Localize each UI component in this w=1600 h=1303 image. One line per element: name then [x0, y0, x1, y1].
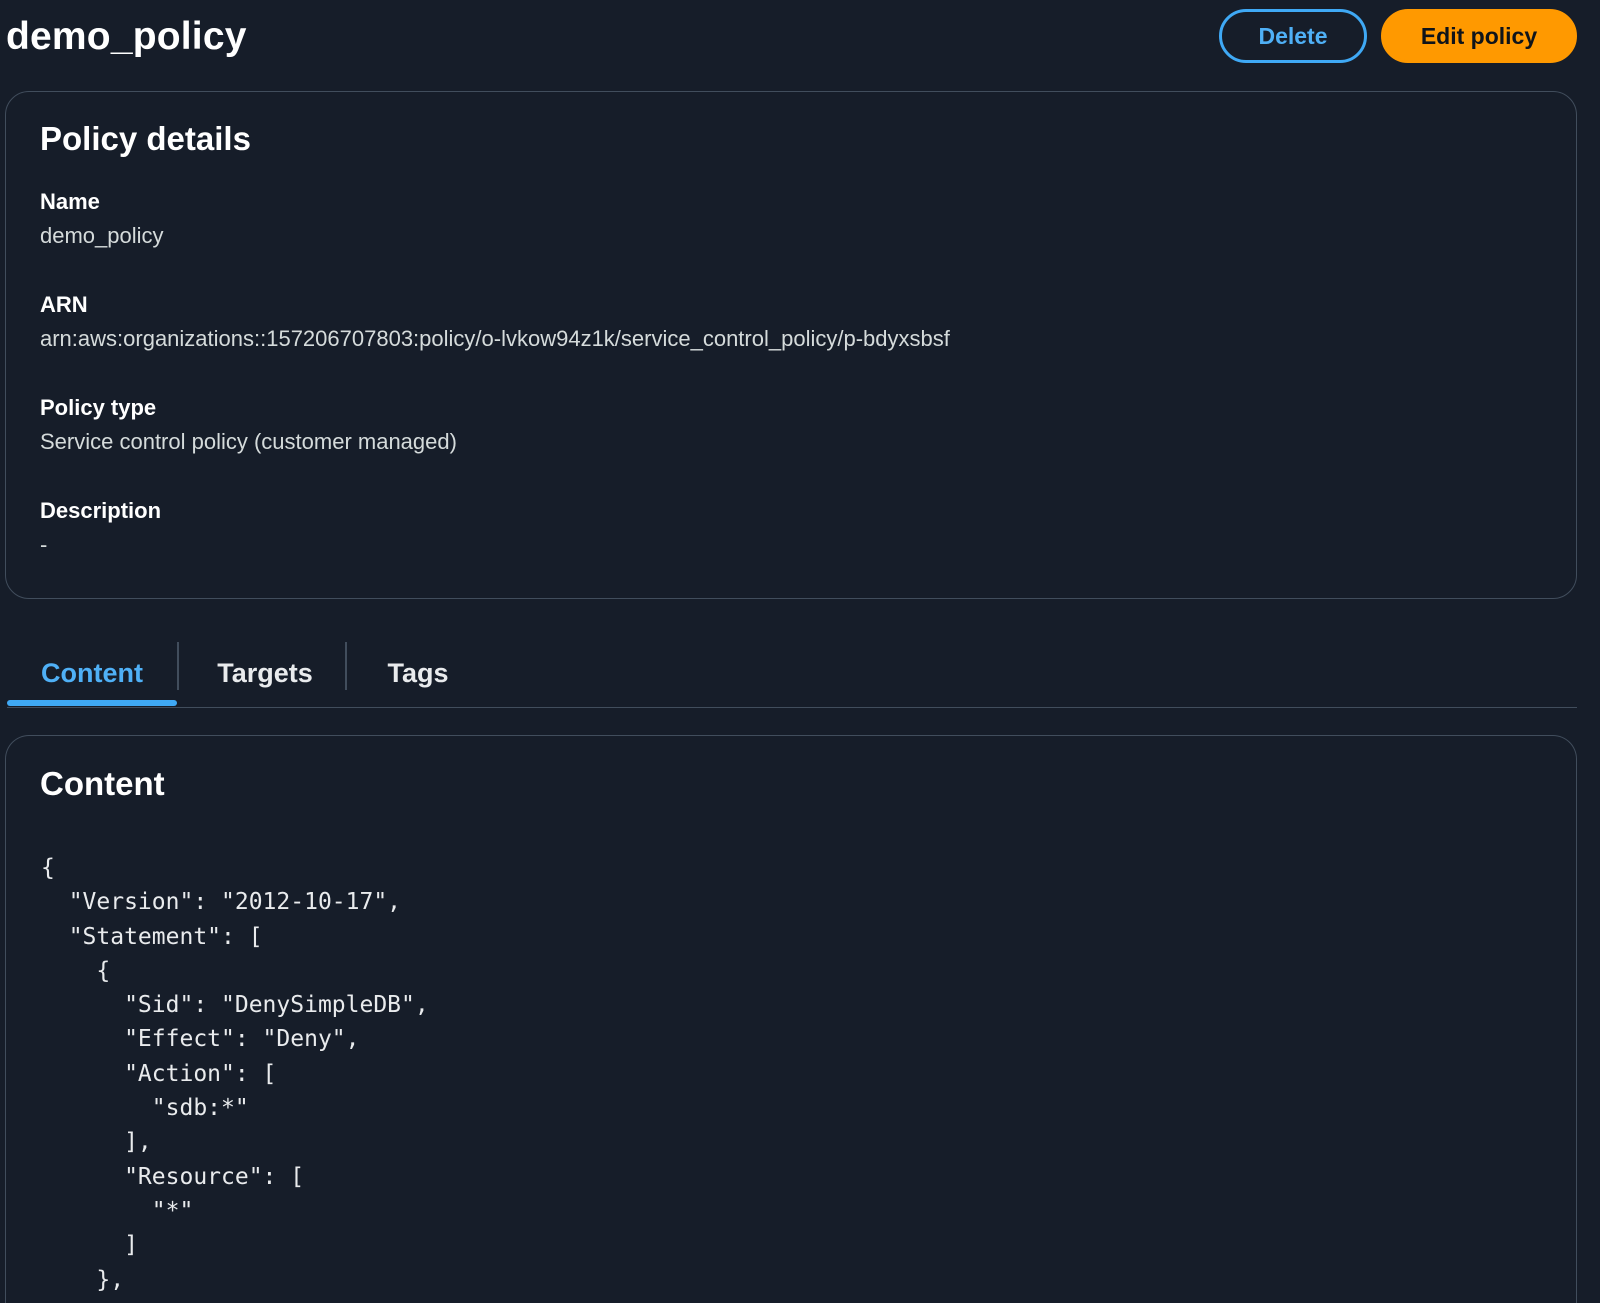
active-tab-indicator	[7, 700, 177, 706]
delete-button[interactable]: Delete	[1219, 9, 1367, 63]
tab-targets[interactable]: Targets	[177, 640, 353, 706]
name-label: Name	[40, 189, 100, 214]
policy-type-value: Service control policy (customer managed…	[40, 429, 457, 454]
content-panel: Content { "Version": "2012-10-17", "Stat…	[5, 735, 1577, 1303]
content-heading: Content	[40, 765, 165, 802]
policy-tabs: Content Targets Tags	[7, 640, 1577, 708]
page-header: demo_policy Delete Edit policy	[0, 0, 1600, 80]
policy-details-heading: Policy details	[40, 120, 251, 157]
tab-tags[interactable]: Tags	[353, 640, 483, 706]
arn-label: ARN	[40, 292, 88, 317]
description-value: -	[40, 532, 48, 557]
policy-type-label: Policy type	[40, 395, 157, 420]
tab-content[interactable]: Content	[7, 640, 177, 706]
policy-json-code: { "Version": "2012-10-17", "Statement": …	[41, 855, 429, 1303]
policy-details-panel: Policy details Name demo_policy ARN arn:…	[5, 91, 1577, 599]
policy-page: demo_policy Delete Edit policy Policy de…	[0, 0, 1600, 1303]
edit-policy-button[interactable]: Edit policy	[1381, 9, 1577, 63]
tab-divider	[345, 642, 347, 690]
name-value: demo_policy	[40, 223, 164, 248]
description-label: Description	[40, 498, 162, 523]
arn-value: arn:aws:organizations::157206707803:poli…	[40, 326, 950, 351]
page-title: demo_policy	[6, 15, 247, 58]
